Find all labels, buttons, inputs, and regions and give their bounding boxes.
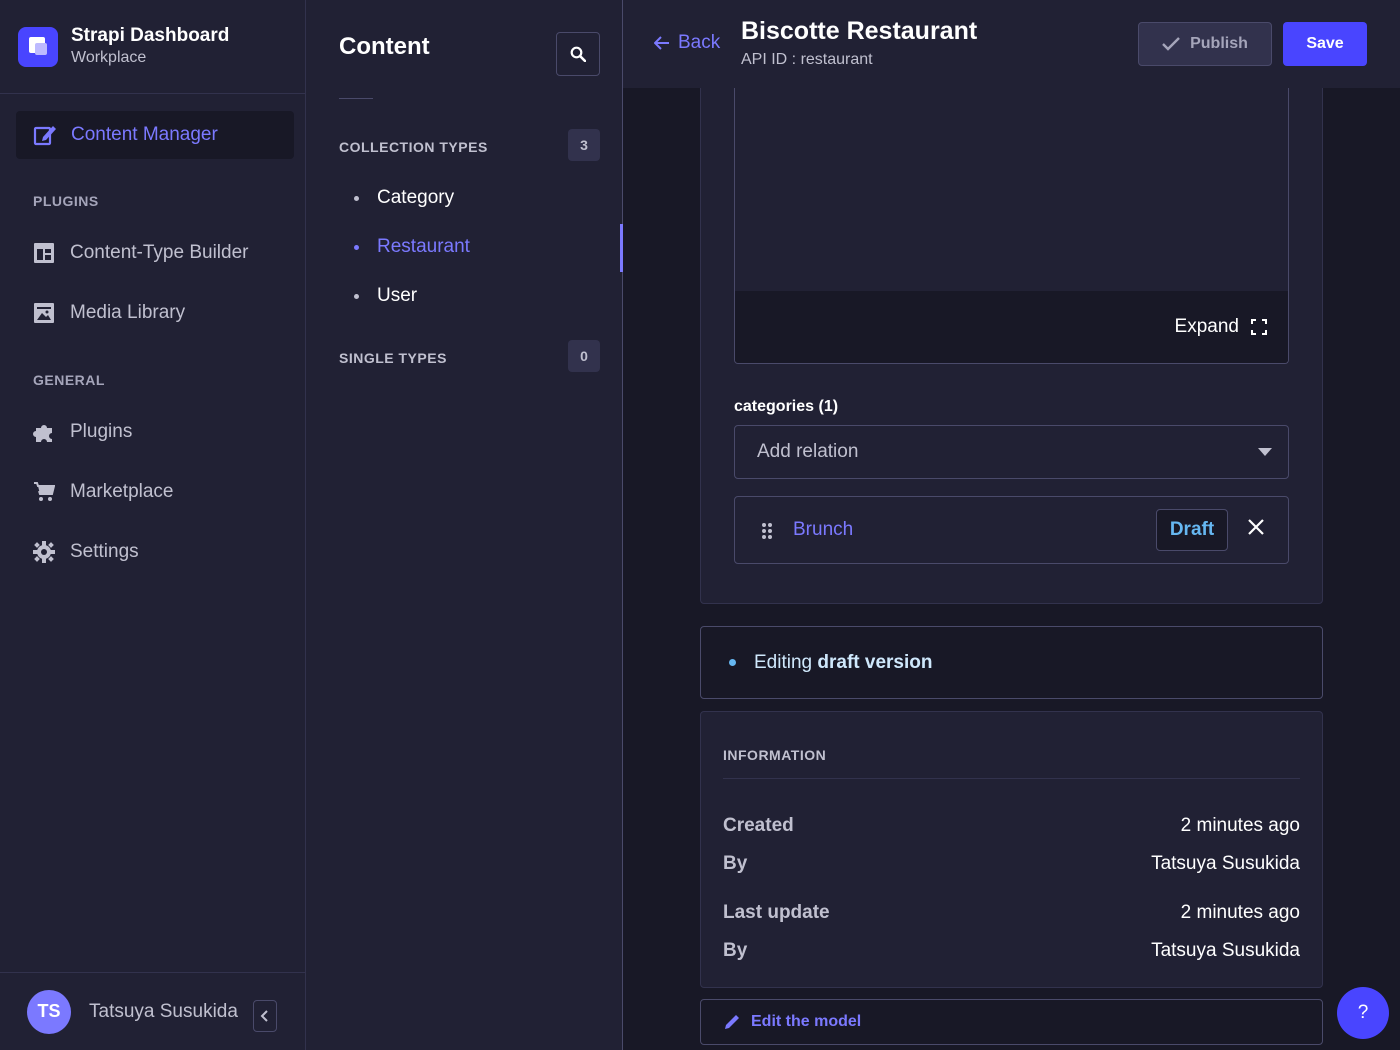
subnav-item-label: User bbox=[377, 285, 418, 306]
bullet-icon bbox=[354, 195, 359, 201]
brand-header: Strapi Dashboard Workplace bbox=[0, 0, 305, 94]
chevron-left-icon bbox=[260, 1010, 270, 1022]
relation-item: Brunch Draft bbox=[734, 496, 1289, 564]
information-title: INFORMATION bbox=[723, 747, 827, 763]
caret-down-icon bbox=[1258, 448, 1272, 456]
back-link[interactable]: Back bbox=[654, 32, 720, 54]
divider bbox=[339, 98, 373, 99]
info-row-created: Created 2 minutes ago bbox=[723, 815, 1300, 836]
user-profile[interactable]: TS Tatsuya Susukida bbox=[0, 972, 306, 1050]
nav-item-label: Marketplace bbox=[70, 481, 174, 502]
expand-icon[interactable] bbox=[1251, 319, 1267, 335]
drag-handle-icon[interactable] bbox=[761, 522, 773, 540]
nav-item-plugins[interactable]: Plugins bbox=[33, 417, 132, 447]
collapse-nav-button[interactable] bbox=[253, 1000, 277, 1032]
add-relation-placeholder: Add relation bbox=[757, 441, 859, 462]
help-button[interactable]: ? bbox=[1337, 987, 1389, 1039]
save-button[interactable]: Save bbox=[1283, 22, 1367, 66]
publish-button[interactable]: Publish bbox=[1138, 22, 1272, 66]
expand-label[interactable]: Expand bbox=[1175, 316, 1239, 338]
edit-model-label: Edit the model bbox=[751, 1013, 862, 1030]
back-label: Back bbox=[678, 32, 721, 53]
check-icon bbox=[1162, 37, 1180, 51]
edit-model-button[interactable]: Edit the model bbox=[700, 999, 1323, 1045]
cart-icon bbox=[33, 481, 55, 503]
info-row-created-by: By Tatsuya Susukida bbox=[723, 853, 1300, 874]
subnav-item-label: Category bbox=[377, 187, 455, 208]
content-subnav: Content COLLECTION TYPES 3 Category Rest… bbox=[306, 0, 623, 1050]
user-name: Tatsuya Susukida bbox=[89, 1000, 238, 1022]
plugins-heading: PLUGINS bbox=[33, 193, 99, 209]
main-navigation: Strapi Dashboard Workplace Content Manag… bbox=[0, 0, 306, 1050]
main-content: Back Biscotte Restaurant API ID : restau… bbox=[623, 0, 1400, 1050]
bullet-icon bbox=[354, 244, 359, 250]
nav-item-media-library[interactable]: Media Library bbox=[33, 298, 185, 328]
status-badge: Draft bbox=[1156, 509, 1228, 551]
nav-item-label: Media Library bbox=[70, 302, 186, 323]
single-types-count: 0 bbox=[568, 340, 600, 372]
gear-icon bbox=[33, 541, 55, 563]
nav-item-label: Plugins bbox=[70, 421, 133, 442]
search-icon bbox=[570, 46, 586, 62]
image-icon bbox=[33, 302, 55, 324]
search-button[interactable] bbox=[556, 32, 600, 76]
nav-item-settings[interactable]: Settings bbox=[33, 537, 139, 567]
subnav-item-label: Restaurant bbox=[377, 236, 470, 257]
single-types-heading: SINGLE TYPES bbox=[339, 350, 447, 366]
nav-item-content-type-builder[interactable]: Content-Type Builder bbox=[33, 238, 249, 268]
subnav-item-restaurant[interactable]: Restaurant bbox=[354, 236, 470, 258]
brand-title: Strapi Dashboard bbox=[71, 25, 230, 46]
nav-item-label: Content-Type Builder bbox=[70, 242, 249, 263]
subnav-item-category[interactable]: Category bbox=[354, 187, 454, 209]
editor-footer: Expand bbox=[735, 291, 1288, 363]
nav-item-label: Content Manager bbox=[71, 124, 218, 145]
information-card: INFORMATION Created 2 minutes ago By Tatsu… bbox=[700, 711, 1323, 988]
close-icon[interactable] bbox=[1247, 518, 1265, 536]
brand-subtitle: Workplace bbox=[71, 49, 147, 66]
avatar: TS bbox=[27, 989, 71, 1034]
divider bbox=[723, 778, 1300, 779]
strapi-logo-icon bbox=[18, 26, 58, 67]
general-heading: GENERAL bbox=[33, 372, 105, 388]
subnav-title: Content bbox=[339, 33, 430, 60]
add-relation-select[interactable]: Add relation bbox=[734, 425, 1289, 479]
content-manager-icon bbox=[33, 123, 57, 147]
relation-link[interactable]: Brunch bbox=[793, 519, 853, 541]
arrow-left-icon bbox=[654, 36, 670, 50]
bullet-icon bbox=[354, 293, 359, 299]
draft-status-card: Editing draft version bbox=[700, 626, 1323, 699]
status-dot-icon bbox=[729, 659, 736, 666]
puzzle-icon bbox=[33, 421, 55, 443]
pencil-icon bbox=[723, 1013, 741, 1031]
page-title: Biscotte Restaurant bbox=[741, 17, 978, 45]
rich-text-editor[interactable]: Expand bbox=[734, 70, 1289, 364]
layout-icon bbox=[33, 242, 55, 264]
nav-item-label: Settings bbox=[70, 541, 139, 562]
info-row-updated-by: By Tatsuya Susukida bbox=[723, 940, 1300, 961]
status-text: Editing draft version bbox=[754, 651, 933, 673]
info-row-last-update: Last update 2 minutes ago bbox=[723, 902, 1300, 923]
collection-types-count: 3 bbox=[568, 129, 600, 161]
collection-types-heading: COLLECTION TYPES bbox=[339, 139, 488, 155]
subnav-item-user[interactable]: User bbox=[354, 285, 417, 307]
relation-field-label: categories (1) bbox=[734, 398, 839, 415]
nav-item-content-manager[interactable]: Content Manager bbox=[16, 111, 294, 159]
page-header: Back Biscotte Restaurant API ID : restau… bbox=[623, 0, 1400, 88]
nav-item-marketplace[interactable]: Marketplace bbox=[33, 477, 174, 507]
api-id: API ID : restaurant bbox=[741, 51, 873, 68]
publish-label: Publish bbox=[1190, 35, 1248, 52]
